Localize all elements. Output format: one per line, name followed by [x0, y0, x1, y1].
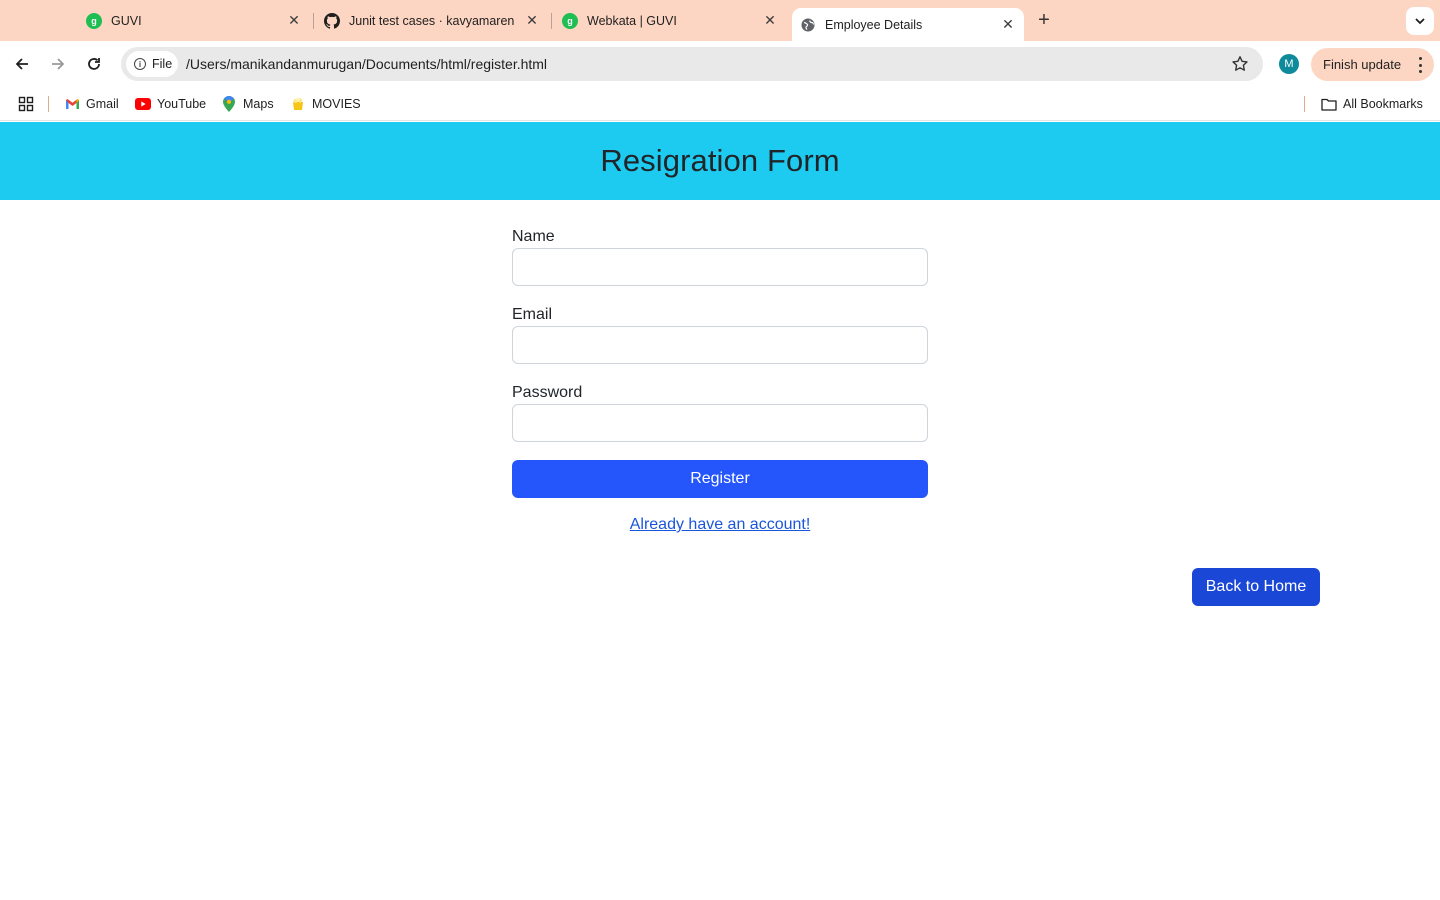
- scheme-label: File: [152, 57, 173, 71]
- bookmark-maps[interactable]: Maps: [221, 96, 274, 112]
- tab-title: Junit test cases · kavyamaren: [349, 13, 515, 28]
- bookmark-movies[interactable]: MOVIES: [290, 96, 361, 112]
- finish-update-button[interactable]: Finish update: [1311, 48, 1434, 81]
- tab-divider: [551, 13, 552, 29]
- close-icon[interactable]: ✕: [760, 11, 780, 31]
- page-header: Resigration Form: [0, 122, 1440, 200]
- back-to-home-button[interactable]: Back to Home: [1192, 568, 1320, 606]
- forward-arrow-icon[interactable]: [45, 51, 71, 77]
- address-bar[interactable]: i File /Users/manikandanmurugan/Document…: [121, 47, 1263, 81]
- maps-icon: [221, 96, 237, 112]
- bookmark-youtube[interactable]: YouTube: [135, 96, 206, 112]
- bookmark-label: Gmail: [86, 97, 119, 111]
- apps-grid-icon[interactable]: [18, 96, 34, 112]
- tab-title: GUVI: [111, 13, 142, 28]
- finish-update-label: Finish update: [1323, 57, 1402, 72]
- tab-divider: [313, 13, 314, 29]
- profile-avatar[interactable]: M: [1279, 54, 1299, 74]
- folder-icon: [1321, 96, 1337, 112]
- all-bookmarks-label: All Bookmarks: [1343, 97, 1423, 111]
- youtube-icon: [135, 96, 151, 112]
- tab-title: Employee Details: [825, 17, 923, 32]
- more-menu-icon[interactable]: [1418, 57, 1422, 73]
- bookmarks-divider: [1304, 96, 1305, 112]
- login-link[interactable]: Already have an account!: [512, 516, 928, 534]
- all-bookmarks-folder[interactable]: All Bookmarks: [1321, 96, 1423, 112]
- new-tab-plus-icon[interactable]: +: [1032, 8, 1056, 32]
- close-icon[interactable]: ✕: [998, 15, 1018, 35]
- password-input[interactable]: [512, 404, 928, 442]
- registration-form: Name Email Password Register Already hav…: [512, 226, 928, 534]
- gmail-icon: [64, 96, 80, 112]
- close-icon[interactable]: ✕: [522, 11, 542, 31]
- github-icon: [324, 12, 340, 29]
- page-title: Resigration Form: [600, 143, 840, 178]
- browser-toolbar: i File /Users/manikandanmurugan/Document…: [0, 41, 1440, 87]
- tab-webkata[interactable]: g Webkata | GUVI ✕: [554, 0, 786, 41]
- bookmark-gmail[interactable]: Gmail: [64, 96, 119, 112]
- email-input[interactable]: [512, 326, 928, 364]
- password-label: Password: [512, 384, 583, 401]
- name-label: Name: [512, 228, 555, 245]
- bookmark-label: MOVIES: [312, 97, 361, 111]
- tab-junit[interactable]: Junit test cases · kavyamaren ✕: [316, 0, 548, 41]
- bookmark-label: Maps: [243, 97, 274, 111]
- tab-employee-details[interactable]: Employee Details ✕: [792, 8, 1024, 41]
- back-arrow-icon[interactable]: [9, 51, 35, 77]
- register-button[interactable]: Register: [512, 460, 928, 498]
- bookmarks-bar: Gmail YouTube Maps MOVIES All Bookmarks: [0, 87, 1440, 121]
- reload-icon[interactable]: [81, 51, 107, 77]
- guvi-icon: g: [86, 12, 102, 29]
- tab-guvi[interactable]: g GUVI ✕: [78, 0, 310, 41]
- email-label: Email: [512, 306, 553, 323]
- tab-search-chevron-icon[interactable]: [1406, 7, 1434, 35]
- bookmark-star-icon[interactable]: [1231, 55, 1249, 73]
- bookmark-label: YouTube: [157, 97, 207, 111]
- guvi-icon: g: [562, 12, 578, 29]
- name-input[interactable]: [512, 248, 928, 286]
- tab-strip: g GUVI ✕ Junit test cases · kavyamaren ✕…: [0, 0, 1440, 41]
- close-icon[interactable]: ✕: [284, 11, 304, 31]
- tab-title: Webkata | GUVI: [587, 13, 677, 28]
- site-info-chip[interactable]: i File: [126, 51, 178, 77]
- info-icon: i: [134, 58, 146, 70]
- globe-icon: [800, 17, 816, 33]
- url-text[interactable]: /Users/manikandanmurugan/Documents/html/…: [186, 56, 547, 72]
- movies-icon: [290, 96, 306, 112]
- bookmarks-divider: [48, 96, 49, 112]
